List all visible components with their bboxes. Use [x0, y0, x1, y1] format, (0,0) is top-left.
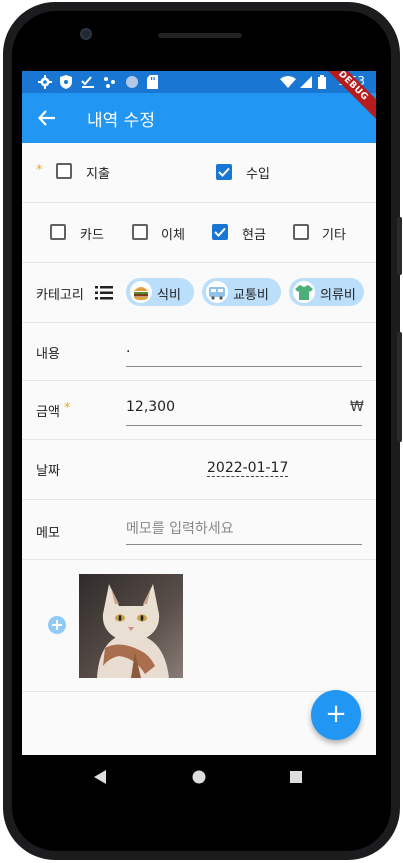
nav-back-icon[interactable] — [94, 770, 106, 784]
content-row: 내용 . — [22, 323, 376, 381]
income-checkbox[interactable] — [216, 164, 232, 180]
page-title: 내역 수정 — [87, 111, 155, 131]
burger-icon — [130, 281, 152, 303]
wifi-icon — [280, 76, 296, 88]
phone-frame: 1:53 내역 수정 DEBUG * 지출 수입 카드 이체 현 — [0, 0, 403, 863]
cash-checkbox[interactable] — [212, 224, 228, 240]
shirt-icon — [293, 281, 315, 303]
type-row: * 지출 수입 — [22, 143, 376, 203]
date-value[interactable]: 2022-01-17 — [207, 460, 289, 477]
cat-photo[interactable] — [79, 574, 183, 678]
amount-required-mark: * — [64, 401, 71, 416]
circle-icon — [126, 76, 138, 88]
photo-row — [22, 560, 376, 692]
content-label: 내용 — [36, 347, 60, 362]
category-row: 카테고리 식비 교통비 의류비 — [22, 263, 376, 323]
currency-symbol: ₩ — [350, 399, 364, 415]
system-nav-bar — [22, 755, 376, 800]
cash-label: 현금 — [242, 228, 266, 243]
memo-row: 메모 메모를 입력하세요 — [22, 500, 376, 560]
date-row: 날짜 2022-01-17 — [22, 440, 376, 500]
nav-recents-icon[interactable] — [290, 771, 302, 783]
signal-icon — [300, 76, 312, 88]
transfer-checkbox[interactable] — [132, 224, 148, 240]
chip-clothing-label: 의류비 — [320, 288, 356, 303]
status-bar: 1:53 — [22, 71, 376, 93]
battery-icon — [318, 75, 326, 89]
memo-underline — [126, 544, 362, 545]
amount-label: 금액 — [36, 405, 60, 420]
other-checkbox[interactable] — [293, 224, 309, 240]
settings-icon — [38, 75, 52, 89]
transfer-label: 이체 — [161, 228, 185, 243]
required-mark: * — [36, 163, 43, 178]
chip-food-label: 식비 — [157, 288, 181, 303]
checklist-icon — [81, 76, 94, 88]
sd-card-icon — [147, 75, 158, 89]
list-icon[interactable] — [95, 286, 113, 300]
expense-checkbox[interactable] — [56, 163, 72, 179]
amount-underline — [126, 425, 362, 426]
check-icon — [214, 227, 226, 237]
amount-input[interactable]: 12,300 — [126, 399, 175, 415]
date-label: 날짜 — [36, 464, 60, 479]
card-checkbox[interactable] — [50, 224, 66, 240]
app-screen: 1:53 내역 수정 DEBUG * 지출 수입 카드 이체 현 — [22, 71, 376, 755]
memo-input[interactable]: 메모를 입력하세요 — [126, 518, 234, 538]
income-label: 수입 — [246, 167, 270, 182]
add-circle-icon[interactable] — [48, 616, 66, 634]
check-icon — [218, 167, 230, 177]
expense-label: 지출 — [86, 167, 110, 182]
add-fab-button[interactable]: + — [311, 690, 361, 740]
fab-plus: + — [325, 699, 347, 729]
payment-row: 카드 이체 현금 기타 — [22, 203, 376, 263]
front-camera — [80, 28, 92, 40]
nav-home-icon[interactable] — [192, 770, 206, 784]
content-underline — [126, 366, 362, 367]
memo-label: 메모 — [36, 526, 60, 541]
bus-icon — [206, 281, 228, 303]
chip-transport-label: 교통비 — [233, 288, 269, 303]
app-bar: 내역 수정 — [22, 93, 376, 143]
chip-transport[interactable]: 교통비 — [202, 278, 281, 306]
chip-food[interactable]: 식비 — [126, 278, 194, 306]
card-label: 카드 — [80, 228, 104, 243]
power-button — [397, 332, 402, 442]
share-icon — [104, 77, 115, 88]
earpiece-speaker — [158, 33, 242, 38]
volume-button — [397, 217, 402, 275]
category-label: 카테고리 — [36, 288, 84, 303]
other-label: 기타 — [322, 228, 346, 243]
chip-clothing[interactable]: 의류비 — [289, 278, 364, 306]
back-arrow-icon[interactable] — [38, 109, 56, 127]
content-input[interactable]: . — [126, 340, 362, 362]
shield-icon — [60, 75, 72, 89]
amount-row: 금액 * 12,300 ₩ — [22, 381, 376, 440]
